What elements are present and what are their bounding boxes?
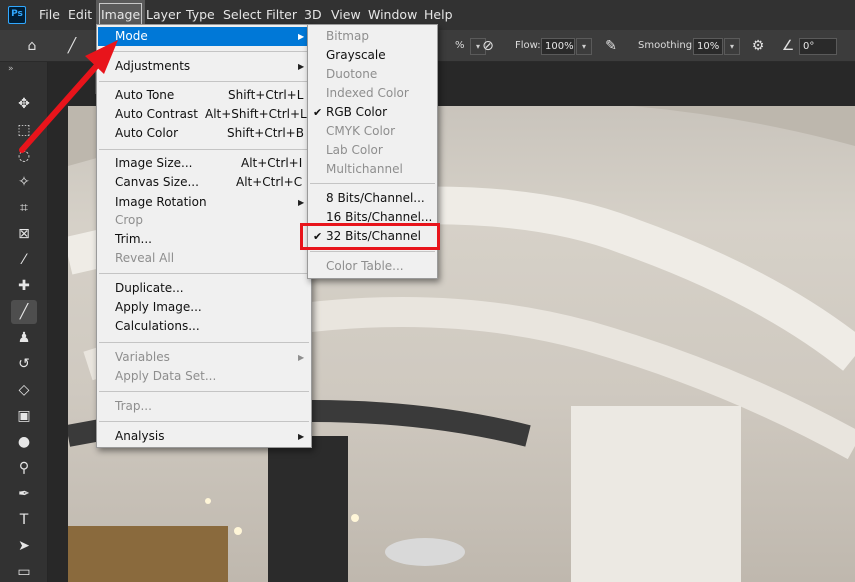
annotation-highlight-box [300,223,440,250]
menu-item-8-bits[interactable]: 8 Bits/Channel... [309,189,436,208]
smoothing-label: Smoothing: [638,40,696,51]
menu-file[interactable]: File [34,0,65,30]
menu-item-canvas-size[interactable]: Canvas Size... Alt+Ctrl+C [98,173,310,192]
eraser-tool-icon[interactable]: ◇ [11,378,37,402]
menu-item-image-size[interactable]: Image Size... Alt+Ctrl+I [98,154,310,173]
flow-input[interactable]: 100% [541,38,575,55]
frame-tool-icon[interactable]: ⊠ [11,222,37,246]
healing-brush-tool-icon[interactable]: ✚ [11,274,37,298]
menu-item-bitmap: Bitmap [326,29,369,43]
menu-separator [310,183,435,184]
menu-separator [99,51,309,52]
smoothing-input[interactable]: 10% [693,38,723,55]
collapse-panel-icon[interactable]: » [8,64,13,74]
blur-tool-icon[interactable]: ● [11,430,37,454]
image-menu: Mode ▶ Adjustments ▶ Auto Tone Shift+Ctr… [96,24,312,448]
photoshop-logo-icon[interactable]: Ps [8,6,26,24]
submenu-arrow-icon: ▶ [298,353,305,362]
menu-item-trap: Trap... [115,399,152,413]
rectangle-tool-icon[interactable]: ▭ [11,560,37,582]
menu-item-duplicate[interactable]: Duplicate... [98,279,310,298]
clone-stamp-tool-icon[interactable]: ♟ [11,326,37,350]
menu-item-apply-data-set: Apply Data Set... [115,369,217,383]
submenu-arrow-icon: ▶ [298,62,305,71]
crop-tool-icon[interactable]: ⌗ [11,196,37,220]
flow-dropdown-icon[interactable]: ▾ [576,38,592,55]
menu-item-color-table: Color Table... [326,259,404,273]
menu-item-trim[interactable]: Trim... [98,230,310,249]
submenu-arrow-icon: ▶ [298,432,305,441]
menu-item-auto-tone[interactable]: Auto Tone Shift+Ctrl+L [98,86,310,105]
type-tool-icon[interactable]: T [11,508,37,532]
submenu-arrow-icon: ▶ [298,198,305,207]
menu-item-rgb-color[interactable]: ✔ RGB Color [309,103,436,122]
angle-icon: ∠ [781,38,795,54]
menu-item-mode[interactable]: Mode ▶ [98,27,310,46]
menu-item-grayscale[interactable]: Grayscale [309,46,436,65]
menu-separator [99,273,309,274]
menu-item-apply-image[interactable]: Apply Image... [98,298,310,317]
tools-panel: » ✥ ⬚ ◌ ✧ ⌗ ⊠ ⁄ ✚ ╱ ♟ ↺ ◇ ▣ ● ⚲ ✒ T ➤ ▭ [0,62,48,582]
menu-separator [99,81,309,82]
menu-separator [310,251,435,252]
menu-separator [99,342,309,343]
opacity-value[interactable]: % [455,30,465,62]
menu-separator [99,149,309,150]
magic-wand-tool-icon[interactable]: ✧ [11,170,37,194]
checkmark-icon: ✔ [313,106,323,119]
menu-item-calculations[interactable]: Calculations... [98,317,310,336]
submenu-arrow-icon: ▶ [298,32,305,41]
photo-white-wall [571,406,741,582]
pen-tool-icon[interactable]: ✒ [11,482,37,506]
angle-input[interactable]: 0° [799,38,837,55]
photoshop-window: Ps File Edit Image Layer Type Select Fil… [0,0,855,582]
photo-curtain [68,526,228,582]
menu-item-indexed-color: Indexed Color [326,86,409,100]
menu-item-analysis[interactable]: Analysis ▶ [98,427,310,446]
menu-item-multichannel: Multichannel [326,162,403,176]
menu-item-crop: Crop [115,213,144,227]
menu-edit[interactable]: Edit [63,0,97,30]
menu-item-auto-contrast[interactable]: Auto Contrast Alt+Shift+Ctrl+L [98,105,310,124]
photo-dark-beam [268,436,348,582]
menu-item-adjustments[interactable]: Adjustments ▶ [98,57,310,76]
menu-item-cmyk-color: CMYK Color [326,124,396,138]
flow-label: Flow: [515,40,541,51]
menu-item-lab-color: Lab Color [326,143,383,157]
marquee-tool-icon[interactable]: ⬚ [11,118,37,142]
menu-separator [99,421,309,422]
move-tool-icon[interactable]: ✥ [11,92,37,116]
history-brush-tool-icon[interactable]: ↺ [11,352,37,376]
menu-separator [99,391,309,392]
pressure-opacity-icon[interactable]: ⊘ [478,36,498,56]
home-icon[interactable]: ⌂ [22,36,42,56]
airbrush-icon[interactable]: ✎ [601,36,621,56]
smoothing-dropdown-icon[interactable]: ▾ [724,38,740,55]
brush-tool-icon[interactable]: ╱ [11,300,37,324]
menu-item-duotone: Duotone [326,67,378,81]
menu-item-image-rotation[interactable]: Image Rotation ▶ [98,193,310,212]
path-selection-tool-icon[interactable]: ➤ [11,534,37,558]
dodge-tool-icon[interactable]: ⚲ [11,456,37,480]
gradient-tool-icon[interactable]: ▣ [11,404,37,428]
eyedropper-tool-icon[interactable]: ⁄ [11,248,37,272]
lasso-tool-icon[interactable]: ◌ [11,144,37,168]
menu-item-auto-color[interactable]: Auto Color Shift+Ctrl+B [98,124,310,143]
brush-preset-icon[interactable]: ╱ [62,36,82,56]
gear-icon[interactable]: ⚙ [748,36,768,56]
menu-item-reveal-all: Reveal All [115,251,175,265]
menu-item-variables: Variables ▶ [98,348,310,367]
